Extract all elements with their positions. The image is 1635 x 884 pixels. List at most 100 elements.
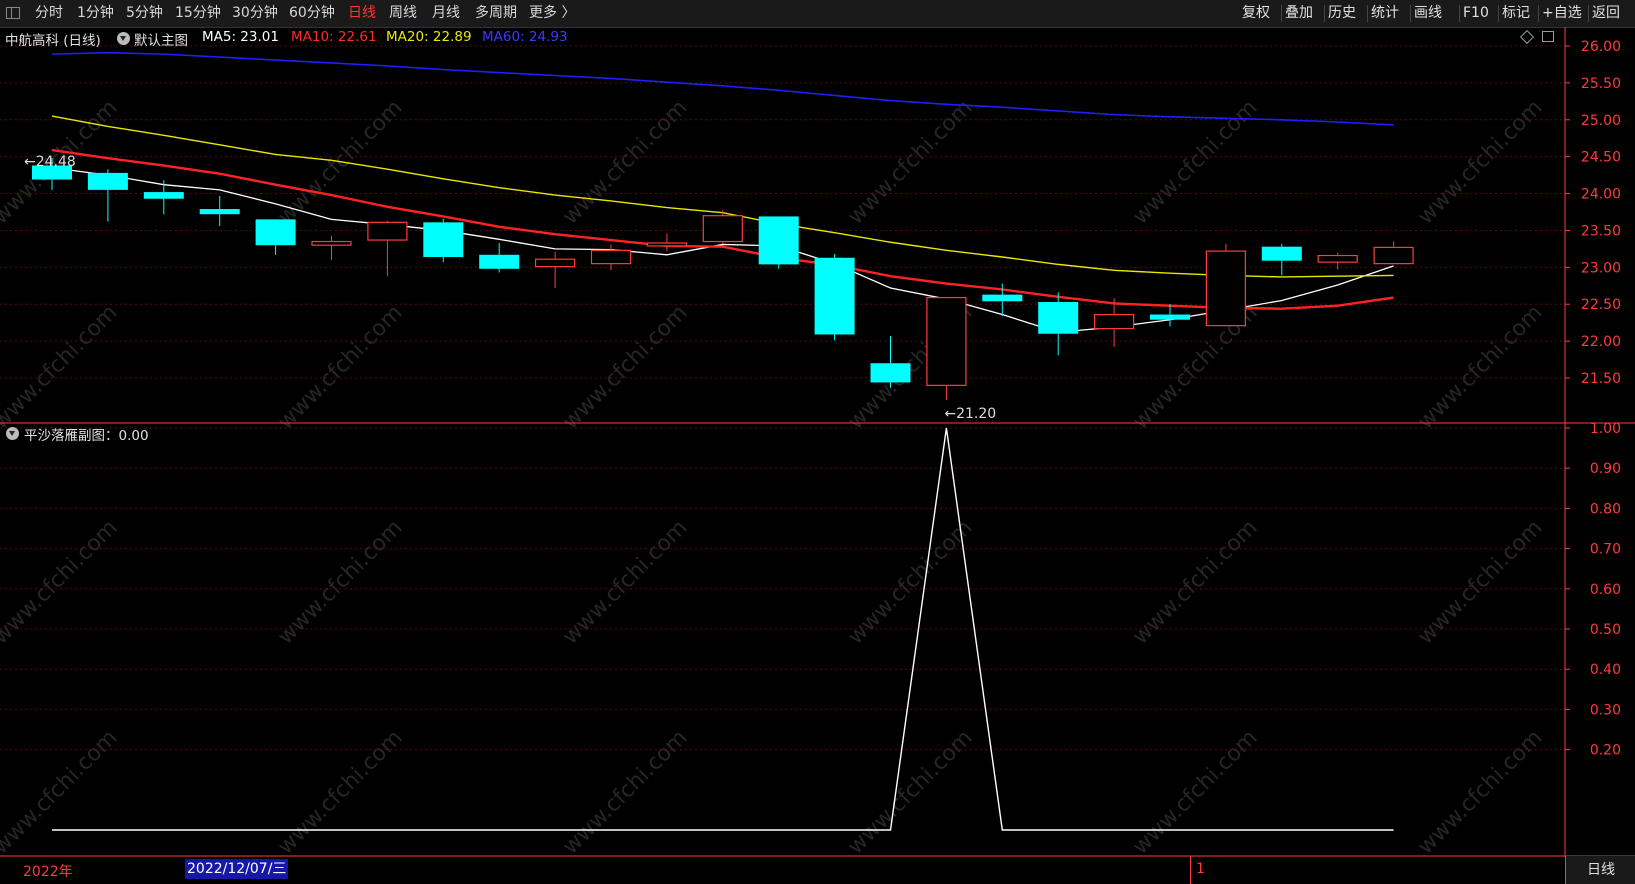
candle [590, 244, 632, 271]
watermark-text: www.cfchi.com [558, 725, 692, 859]
candle-body [814, 257, 855, 335]
indicator-dropdown-icon[interactable] [6, 427, 19, 440]
candle-body [758, 216, 799, 265]
stock-name: 中航高科 (日线) [5, 33, 101, 49]
chart-frame [0, 27, 1635, 857]
menu-icon[interactable] [6, 7, 20, 19]
toolbar-button[interactable]: +自选 [1542, 0, 1582, 27]
watermark-text: www.cfchi.com [0, 300, 123, 434]
candle [1038, 292, 1079, 356]
y-tick-label: 1.00 [1590, 421, 1621, 437]
y-tick-label: 25.00 [1581, 113, 1621, 129]
period-tab[interactable]: 月线 [432, 0, 460, 27]
candle-body [1150, 314, 1190, 320]
period-tab[interactable]: 60分钟 [289, 0, 335, 27]
candle-body [1093, 313, 1135, 330]
toolbar-button[interactable]: 复权 [1242, 0, 1270, 27]
y-tick-label: 21.50 [1581, 371, 1621, 387]
candle-body [255, 219, 296, 246]
candle-body [1038, 302, 1079, 334]
watermark-text: www.cfchi.com [273, 725, 407, 859]
toolbar-divider [1367, 5, 1368, 22]
watermark-text: www.cfchi.com [1128, 725, 1262, 859]
cursor-date: 2022/12/07/三 [185, 859, 289, 879]
candle [255, 219, 296, 255]
watermark-text: www.cfchi.com [273, 300, 407, 434]
candle [534, 251, 576, 288]
watermark-text: www.cfchi.com [1413, 95, 1547, 229]
candle [1205, 243, 1247, 327]
toolbar-divider [1410, 5, 1411, 22]
candle-body [311, 240, 352, 246]
candle [1150, 304, 1190, 327]
toolbar-button[interactable]: F10 [1463, 0, 1489, 27]
candle-body [1317, 254, 1358, 263]
y-tick-label: 0.40 [1590, 662, 1621, 678]
kline-chart[interactable]: www.cfchi.com www.cfchi.com www.cfchi.com w… [0, 27, 1635, 884]
period-tab[interactable]: 15分钟 [175, 0, 221, 27]
toolbar-button[interactable]: 标记 [1502, 0, 1530, 27]
ma60-legend: MA60: 24.93 [482, 29, 568, 45]
watermark-text: www.cfchi.com [843, 95, 977, 229]
y-tick-label: 0.80 [1590, 501, 1621, 517]
period-tab[interactable]: 多周期 [475, 0, 517, 27]
price-axis: 26.00 25.50 25.00 24.50 24.00 23.50 23.00 22.50… [1565, 39, 1621, 387]
period-tab[interactable]: 5分钟 [126, 0, 163, 27]
y-tick-label: 0.30 [1590, 702, 1621, 718]
y-tick-label: 0.90 [1590, 461, 1621, 477]
y-tick-label: 0.20 [1590, 743, 1621, 759]
candle [367, 220, 408, 277]
period-tab[interactable]: 30分钟 [232, 0, 278, 27]
template-dropdown-icon[interactable] [117, 32, 130, 45]
toolbar-button[interactable]: 历史 [1328, 0, 1356, 27]
candle-body [423, 222, 464, 258]
indicator-axis: 1.00 0.90 0.80 0.70 0.60 0.50 0.40 0.30 0.20 [1565, 421, 1621, 759]
candle-body [1261, 246, 1302, 261]
candle-body [702, 215, 743, 243]
watermark-text: www.cfchi.com [1413, 725, 1547, 859]
period-tab[interactable]: 更多 〉 [529, 0, 575, 27]
ma20-legend: MA20: 22.89 [386, 29, 472, 45]
moving-average-lines [51, 51, 1394, 333]
toolbar-button[interactable]: 统计 [1371, 0, 1399, 27]
candle-body [199, 209, 240, 215]
period-tab[interactable]: 日线 [348, 0, 376, 27]
watermark-text: www.cfchi.com [558, 300, 692, 434]
toolbar-button[interactable]: 叠加 [1285, 0, 1313, 27]
watermark-text: www.cfchi.com [0, 725, 123, 859]
watermark-text: www.cfchi.com [843, 725, 977, 859]
period-tab[interactable]: 分时 [35, 0, 63, 27]
candle-body [870, 363, 911, 383]
indicator-line [52, 427, 1394, 831]
period-tab[interactable]: 周线 [389, 0, 417, 27]
candle [87, 169, 128, 222]
ma10-legend: MA10: 22.61 [291, 29, 377, 45]
candle-body [534, 258, 576, 268]
toolbar-divider [1538, 5, 1539, 22]
watermark-text: www.cfchi.com [558, 95, 692, 229]
y-tick-label: 0.50 [1590, 622, 1621, 638]
template-label[interactable]: 默认主图 [134, 29, 188, 49]
date-bar: 2022年 2022/12/07/三 1 [0, 856, 1565, 884]
y-tick-label: 25.50 [1581, 76, 1621, 92]
candle [1373, 241, 1414, 265]
panel-toggle-icon[interactable] [1542, 31, 1554, 42]
candle-body [479, 254, 520, 269]
y-tick-label: 0.70 [1590, 542, 1621, 558]
candle [479, 242, 520, 273]
toolbar-button[interactable]: 画线 [1414, 0, 1442, 27]
candle-body [87, 172, 128, 190]
low-price-label: ←21.20 [944, 406, 996, 422]
candle-body [143, 192, 184, 199]
period-tab[interactable]: 1分钟 [77, 0, 114, 27]
y-tick-label: 26.00 [1581, 39, 1621, 55]
toolbar-divider [1588, 5, 1589, 22]
toolbar-button[interactable]: 返回 [1592, 0, 1620, 27]
candle-body [646, 242, 688, 247]
candle [199, 195, 240, 227]
candle [423, 218, 464, 263]
candle [758, 216, 799, 269]
y-tick-label: 24.50 [1581, 150, 1621, 166]
period-indicator[interactable]: 日线 [1565, 856, 1635, 884]
y-tick-label: 0.60 [1590, 582, 1621, 598]
